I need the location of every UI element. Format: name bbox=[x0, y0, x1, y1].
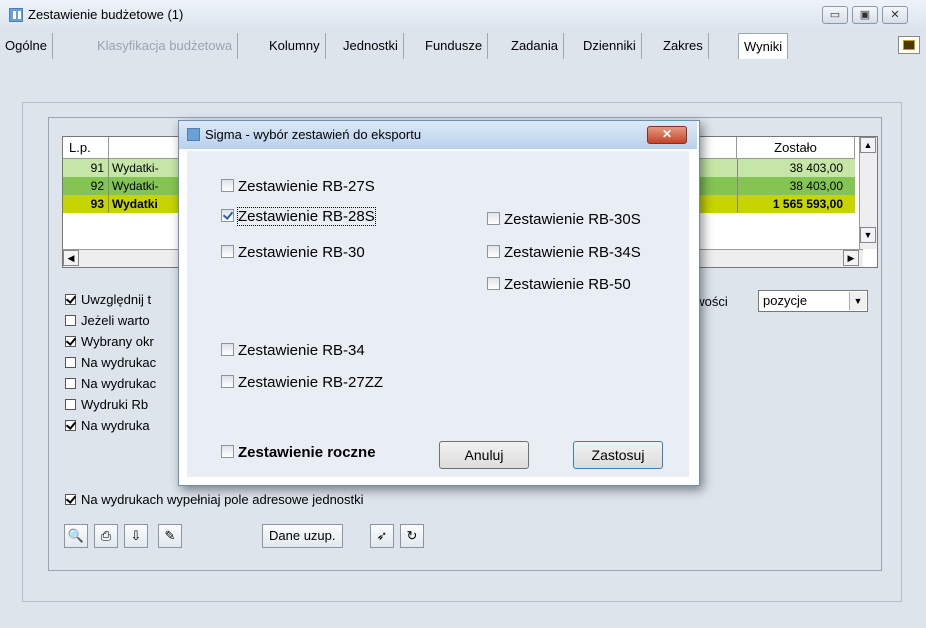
checkbox-rb-30s[interactable]: Zestawienie RB-30S bbox=[487, 210, 641, 230]
checkbox-icon[interactable] bbox=[221, 343, 234, 356]
export-dialog: Sigma - wybór zestawień do eksportu ✕ Ze… bbox=[178, 120, 700, 486]
sigma-export-icon[interactable]: ➶ bbox=[370, 524, 394, 548]
tab-ogolne[interactable]: Ogólne bbox=[0, 33, 53, 59]
edit-icon[interactable]: ✎ bbox=[158, 524, 182, 548]
preview-icon[interactable]: 🔍 bbox=[64, 524, 88, 548]
option-checkbox-7[interactable]: Na wydruka bbox=[65, 416, 150, 436]
option-checkbox-8[interactable]: Na wydrukach wypełniaj pole adresowe jed… bbox=[65, 490, 364, 510]
dialog-title-bar: Sigma - wybór zestawień do eksportu ✕ bbox=[179, 121, 697, 149]
tab-jednostki[interactable]: Jednostki bbox=[338, 33, 404, 59]
checkbox-icon[interactable] bbox=[221, 209, 234, 222]
option-checkbox-2[interactable]: Jeżeli warto bbox=[65, 311, 150, 331]
option-checkbox-1[interactable]: Uwzględnij t bbox=[65, 290, 151, 310]
vertical-scrollbar[interactable]: ▲ ▼ bbox=[859, 137, 877, 249]
cell-lp: 91 bbox=[63, 159, 109, 177]
select-value: pozycje bbox=[763, 293, 808, 308]
checkbox-icon[interactable] bbox=[65, 315, 76, 326]
cell-zostalo: 38 403,00 bbox=[737, 159, 847, 177]
cell-lp: 92 bbox=[63, 177, 109, 195]
option-checkbox-5[interactable]: Na wydrukac bbox=[65, 374, 156, 394]
checkbox-icon[interactable] bbox=[487, 277, 500, 290]
option-checkbox-3[interactable]: Wybrany okr bbox=[65, 332, 154, 352]
dialog-close-icon[interactable]: ✕ bbox=[647, 126, 687, 144]
close-icon[interactable]: ✕ bbox=[882, 6, 908, 24]
tab-fundusze[interactable]: Fundusze bbox=[420, 33, 489, 59]
checkbox-rb-27s[interactable]: Zestawienie RB-27S bbox=[221, 177, 375, 197]
maximize-icon[interactable]: ▣ bbox=[852, 6, 878, 24]
checkbox-icon[interactable] bbox=[65, 420, 76, 431]
chevron-down-icon[interactable]: ▼ bbox=[849, 292, 866, 310]
scroll-down-icon[interactable]: ▼ bbox=[860, 227, 876, 243]
checkbox-icon[interactable] bbox=[487, 212, 500, 225]
checkbox-annual[interactable]: Zestawienie roczne bbox=[221, 443, 376, 463]
checkbox-icon[interactable] bbox=[221, 179, 234, 192]
dialog-title: Sigma - wybór zestawień do eksportu bbox=[205, 127, 422, 142]
scroll-right-icon[interactable]: ▶ bbox=[843, 250, 859, 266]
tab-scroll-icon[interactable] bbox=[898, 36, 920, 54]
checkbox-icon[interactable] bbox=[221, 375, 234, 388]
checkbox-icon[interactable] bbox=[65, 494, 76, 505]
checkbox-icon[interactable] bbox=[221, 245, 234, 258]
app-icon bbox=[9, 8, 23, 22]
apply-button[interactable]: Zastosuj bbox=[573, 441, 663, 469]
title-bar: Zestawienie budżetowe (1) ▭ ▣ ✕ bbox=[0, 0, 926, 30]
checkbox-icon[interactable] bbox=[65, 399, 76, 410]
checkbox-rb-30[interactable]: Zestawienie RB-30 bbox=[221, 243, 365, 263]
refresh-icon[interactable]: ↻ bbox=[400, 524, 424, 548]
print-icon[interactable]: ⎙ bbox=[94, 524, 118, 548]
tab-zadania[interactable]: Zadania bbox=[506, 33, 564, 59]
checkbox-icon[interactable] bbox=[221, 445, 234, 458]
dialog-body: Zestawienie RB-27S Zestawienie RB-28S Ze… bbox=[187, 151, 689, 477]
cancel-button[interactable]: Anuluj bbox=[439, 441, 529, 469]
tab-dzienniki[interactable]: Dzienniki bbox=[578, 33, 642, 59]
cell-zostalo: 1 565 593,00 bbox=[737, 195, 847, 213]
checkbox-icon[interactable] bbox=[65, 336, 76, 347]
checkbox-rb-27zz[interactable]: Zestawienie RB-27ZZ bbox=[221, 373, 383, 393]
export-icon[interactable]: ⇩ bbox=[124, 524, 148, 548]
checkbox-icon[interactable] bbox=[65, 378, 76, 389]
checkbox-rb-50[interactable]: Zestawienie RB-50 bbox=[487, 275, 631, 295]
tab-bar: Ogólne Klasyfikacja budżetowa Kolumny Je… bbox=[0, 33, 926, 59]
tab-zakres[interactable]: Zakres bbox=[658, 33, 709, 59]
minimize-icon[interactable]: ▭ bbox=[822, 6, 848, 24]
header-zostalo[interactable]: Zostało bbox=[737, 137, 855, 159]
tab-wyniki[interactable]: Wyniki bbox=[738, 33, 789, 59]
checkbox-icon[interactable] bbox=[65, 294, 76, 305]
dialog-app-icon bbox=[187, 128, 200, 141]
tab-klasyfikacja: Klasyfikacja budżetowa bbox=[92, 33, 239, 59]
tab-kolumny[interactable]: Kolumny bbox=[264, 33, 326, 59]
option-checkbox-4[interactable]: Na wydrukac bbox=[65, 353, 156, 373]
header-lp[interactable]: L.p. bbox=[63, 137, 109, 159]
window-title: Zestawienie budżetowe (1) bbox=[28, 7, 184, 22]
dane-uzup-button[interactable]: Dane uzup. bbox=[262, 524, 343, 548]
checkbox-rb-34s[interactable]: Zestawienie RB-34S bbox=[487, 243, 641, 263]
checkbox-icon[interactable] bbox=[65, 357, 76, 368]
cell-lp: 93 bbox=[63, 195, 109, 213]
mode-select[interactable]: pozycje ▼ bbox=[758, 290, 868, 312]
scroll-up-icon[interactable]: ▲ bbox=[860, 137, 876, 153]
scroll-left-icon[interactable]: ◀ bbox=[63, 250, 79, 266]
cell-zostalo: 38 403,00 bbox=[737, 177, 847, 195]
option-checkbox-6[interactable]: Wydruki Rb bbox=[65, 395, 148, 415]
checkbox-rb-34[interactable]: Zestawienie RB-34 bbox=[221, 341, 365, 361]
checkbox-icon[interactable] bbox=[487, 245, 500, 258]
checkbox-rb-28s[interactable]: Zestawienie RB-28S bbox=[221, 207, 376, 227]
